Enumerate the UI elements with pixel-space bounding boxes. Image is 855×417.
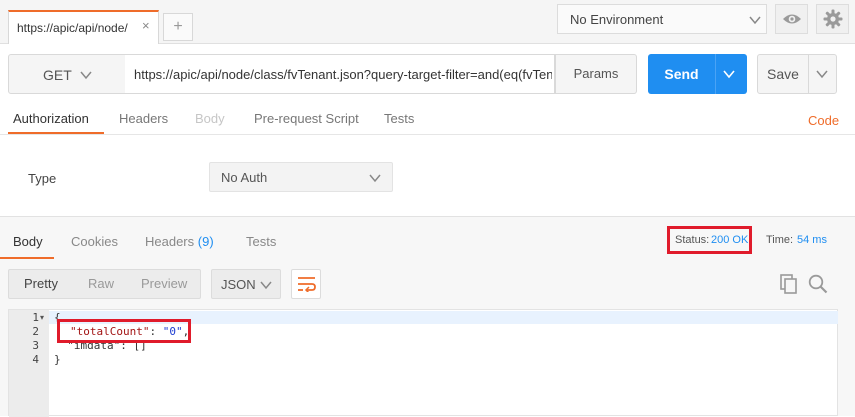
send-divider: [715, 54, 716, 94]
method-label: GET: [43, 67, 72, 83]
fold-toggle-icon[interactable]: ▾: [40, 313, 44, 322]
tab-pre-request-script[interactable]: Pre-request Script: [254, 111, 359, 126]
line-number: 4: [32, 353, 39, 366]
divider: [0, 134, 855, 135]
params-button[interactable]: Params: [555, 54, 637, 94]
response-tab-cookies[interactable]: Cookies: [71, 234, 118, 249]
auth-type-label: Type: [28, 171, 57, 186]
search-button[interactable]: [807, 272, 829, 296]
chevron-down-icon: [368, 171, 382, 185]
tab-headers[interactable]: Headers: [119, 111, 168, 126]
format-toggle: Pretty Raw Preview: [8, 269, 201, 299]
response-tab-tests[interactable]: Tests: [246, 234, 276, 249]
status-value[interactable]: 200 OK: [711, 234, 748, 246]
save-divider: [808, 55, 809, 93]
chevron-down-icon[interactable]: [815, 67, 829, 81]
copy-icon: [779, 274, 799, 294]
status-label: Status:: [675, 234, 710, 246]
add-tab-button[interactable]: +: [163, 13, 193, 41]
response-tab-headers[interactable]: Headers (9): [145, 234, 214, 249]
url-value: https://apic/api/node/class/fvTenant.jso…: [134, 67, 552, 82]
url-input[interactable]: https://apic/api/node/class/fvTenant.jso…: [125, 54, 555, 94]
total-count-highlight-box: [57, 319, 191, 343]
format-pretty[interactable]: Pretty: [24, 276, 58, 291]
environment-label: No Environment: [570, 12, 664, 27]
headers-count: (9): [197, 234, 214, 249]
tab-body[interactable]: Body: [195, 111, 225, 126]
search-icon: [808, 274, 828, 294]
time-label: Time:: [766, 234, 794, 246]
line-number: 2: [32, 325, 39, 338]
language-select[interactable]: JSON: [211, 269, 281, 299]
format-raw[interactable]: Raw: [88, 276, 114, 291]
chevron-down-icon[interactable]: [722, 67, 736, 81]
eye-icon: [782, 11, 802, 27]
response-tab-headers-label: Headers: [145, 234, 195, 249]
chevron-down-icon: [79, 68, 93, 82]
method-select[interactable]: GET: [8, 54, 126, 94]
code-link[interactable]: Code: [808, 113, 839, 128]
close-icon[interactable]: ×: [142, 18, 150, 33]
time-value[interactable]: 54 ms: [797, 234, 827, 246]
request-tab[interactable]: https://apic/api/node/ ×: [8, 10, 159, 44]
code-line-4: }: [54, 353, 61, 366]
tab-tests[interactable]: Tests: [384, 111, 414, 126]
environment-select[interactable]: No Environment: [557, 4, 767, 34]
auth-type-value: No Auth: [221, 170, 268, 185]
auth-type-select[interactable]: No Auth: [209, 162, 393, 192]
send-label: Send: [664, 66, 699, 82]
wrap-lines-icon: [297, 276, 317, 292]
tab-authorization[interactable]: Authorization: [13, 111, 89, 126]
active-tab-indicator: [0, 257, 54, 259]
save-label: Save: [767, 66, 799, 82]
language-value: JSON: [221, 277, 256, 292]
chevron-down-icon: [259, 278, 273, 292]
save-button[interactable]: Save: [757, 54, 837, 94]
chevron-down-icon: [748, 13, 762, 27]
send-button[interactable]: Send: [648, 54, 747, 94]
environment-quick-look-button[interactable]: [775, 4, 808, 34]
line-number: 3: [32, 339, 39, 352]
wrap-lines-button[interactable]: [291, 269, 321, 299]
response-tab-body[interactable]: Body: [13, 234, 43, 249]
copy-button[interactable]: [778, 272, 800, 296]
settings-button[interactable]: [816, 4, 849, 34]
request-tab-label: https://apic/api/node/: [17, 21, 128, 35]
line-number: 1: [32, 311, 39, 324]
format-preview[interactable]: Preview: [141, 276, 187, 291]
gear-icon: [823, 9, 843, 29]
